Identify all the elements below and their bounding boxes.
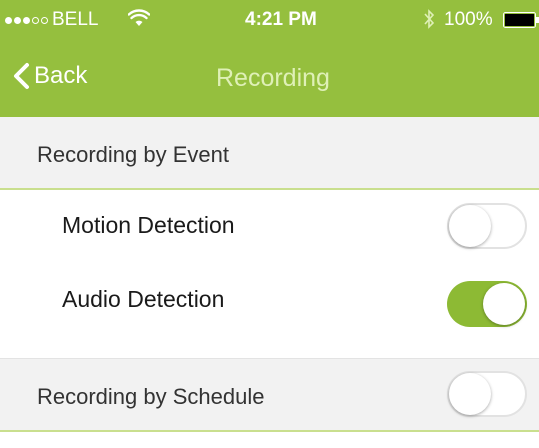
audio-detection-toggle[interactable] <box>447 281 527 327</box>
signal-dots-icon <box>5 15 48 25</box>
battery-icon <box>503 12 539 28</box>
nav-bar: Back Recording <box>0 40 539 117</box>
list-footer <box>0 432 539 448</box>
wifi-icon <box>128 9 150 26</box>
section-recording-by-event: Recording by Event <box>0 117 539 190</box>
chevron-left-icon <box>14 63 29 89</box>
battery-percent: 100% <box>444 9 493 30</box>
header: BELL 4:21 PM 100% Back Recording <box>0 0 539 117</box>
signal-dot <box>41 16 48 24</box>
motion-detection-toggle[interactable] <box>447 203 527 249</box>
bluetooth-icon <box>424 9 435 29</box>
signal-dot <box>23 16 30 24</box>
signal-dot <box>32 16 39 24</box>
carrier-name: BELL <box>52 9 99 30</box>
back-button[interactable]: Back <box>12 60 87 92</box>
status-time: 4:21 PM <box>245 9 317 30</box>
signal-dot <box>5 16 12 24</box>
section-label: Recording by Schedule <box>37 384 265 409</box>
back-label: Back <box>34 62 88 89</box>
row-label: Audio Detection <box>62 286 225 312</box>
section-label: Recording by Event <box>37 142 229 167</box>
toggle-knob <box>449 373 491 415</box>
toggle-knob <box>449 205 491 247</box>
row-label: Motion Detection <box>62 212 235 238</box>
toggle-knob <box>483 283 525 325</box>
recording-by-schedule-toggle[interactable] <box>447 371 527 417</box>
signal-dot <box>14 16 21 24</box>
page-title: Recording <box>216 64 330 92</box>
status-bar: BELL 4:21 PM 100% <box>0 0 539 40</box>
